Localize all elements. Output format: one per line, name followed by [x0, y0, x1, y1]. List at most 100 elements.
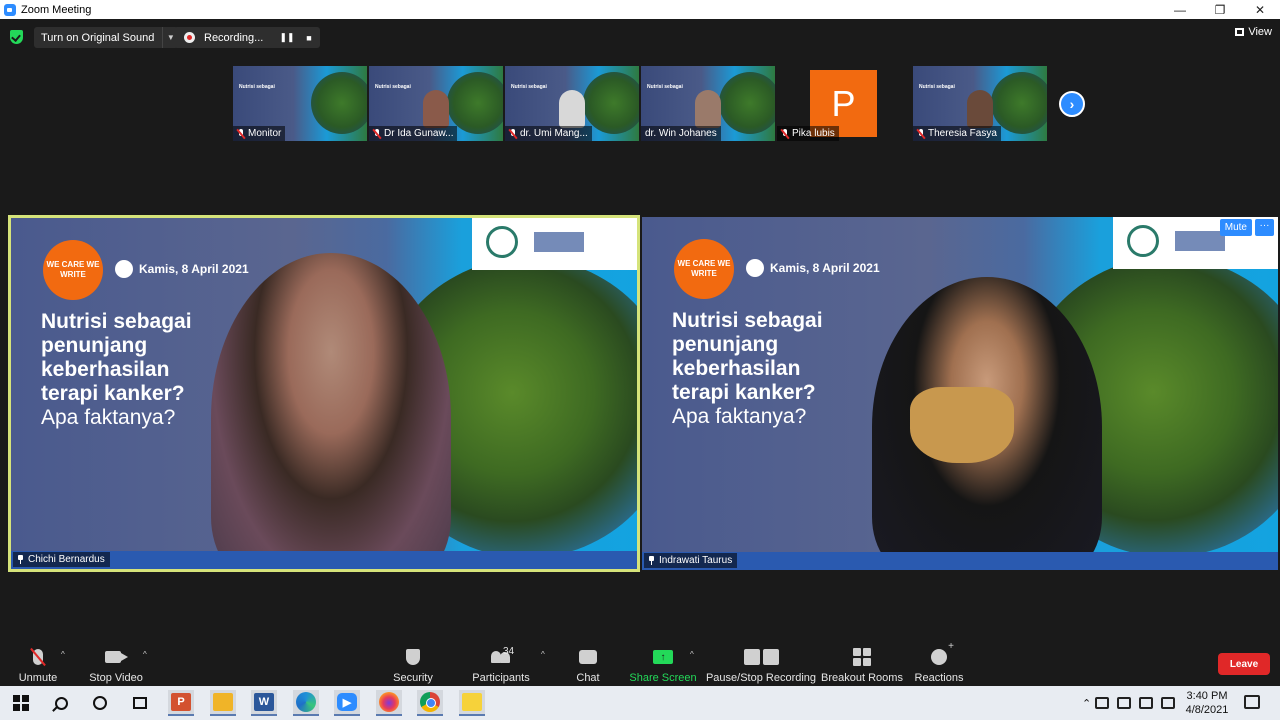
headline-line: terapi kanker?	[672, 381, 816, 404]
thumbnail-name: Dr Ida Gunaw...	[369, 126, 458, 141]
participants-button[interactable]: 34 Participants	[472, 646, 530, 684]
wifi-icon[interactable]	[1161, 697, 1176, 709]
calendar-icon	[115, 260, 133, 278]
event-date-text: Kamis, 8 April 2021	[139, 262, 249, 276]
meeting-toolbar: Unmute ^ Stop Video ^ Security 34 Partic…	[0, 640, 1280, 686]
stop-video-label: Stop Video	[89, 672, 143, 684]
search-button[interactable]	[48, 690, 74, 716]
search-icon	[54, 696, 68, 710]
minimize-button[interactable]: —	[1160, 0, 1200, 19]
view-grid-icon	[1235, 28, 1245, 36]
recording-indicator: Recording... ❚❚ ■	[174, 27, 320, 48]
headline-line: Nutrisi sebagai	[672, 309, 823, 332]
share-options-caret[interactable]: ^	[690, 650, 694, 659]
audio-options-caret[interactable]: ^	[61, 650, 65, 659]
share-screen-icon: ↑	[653, 650, 673, 664]
next-page-button[interactable]: ›	[1059, 91, 1085, 117]
mic-muted-icon	[781, 128, 789, 139]
participant-count: 34	[503, 646, 515, 657]
original-sound-label: Turn on Original Sound	[41, 31, 155, 44]
chrome-icon	[420, 692, 440, 712]
pause-stop-recording-button[interactable]: Pause/Stop Recording	[705, 646, 817, 684]
taskbar-app-word[interactable]: W	[251, 690, 277, 716]
breakout-rooms-button[interactable]: Breakout Rooms	[821, 646, 903, 684]
video-camera-icon	[105, 651, 128, 663]
cortana-icon	[93, 696, 107, 710]
taskbar-app-file-explorer[interactable]	[210, 690, 236, 716]
system-tray: ⌃	[1082, 686, 1179, 720]
taskbar-app-sticky-notes[interactable]	[459, 690, 485, 716]
slide-mini-headline: Nutrisi sebagai	[647, 84, 683, 90]
participant-video	[559, 90, 585, 128]
taskbar-app-chrome[interactable]	[417, 690, 443, 716]
thumbnail-name: Pika lubis	[777, 126, 839, 141]
encryption-shield-icon[interactable]	[10, 30, 23, 44]
sponsor-logo-icon	[534, 232, 584, 252]
participants-options-caret[interactable]: ^	[541, 650, 545, 659]
chat-button[interactable]: Chat	[574, 646, 602, 684]
close-button[interactable]: ✕	[1240, 0, 1280, 19]
taskbar-clock[interactable]: 3:40 PM 4/8/2021	[1178, 689, 1236, 717]
thumbnail-name-text: Monitor	[248, 128, 282, 139]
slide-mini-headline: Nutrisi sebagai	[919, 84, 955, 90]
taskbar-app-firefox[interactable]	[376, 690, 402, 716]
file-explorer-icon	[213, 693, 233, 711]
maximize-button[interactable]: ❐	[1200, 0, 1240, 19]
thumbnail-tile[interactable]: Nutrisi sebagai Dr Ida Gunaw...	[369, 66, 503, 141]
share-screen-button[interactable]: ↑ Share Screen	[629, 646, 697, 684]
headline-line: keberhasilan	[672, 357, 801, 380]
background-strip	[642, 552, 1278, 570]
taskbar-app-zoom[interactable]: ▶	[334, 690, 360, 716]
mic-muted-icon	[33, 649, 43, 665]
participant-video	[695, 90, 721, 128]
edge-icon	[296, 692, 316, 712]
participant-video-tile[interactable]: WE CARE WE WRITE Kamis, 8 April 2021 Nut…	[642, 217, 1278, 570]
mic-muted-icon	[917, 128, 925, 139]
cloud-icon[interactable]	[1117, 697, 1132, 709]
sticky-notes-icon	[462, 693, 482, 711]
thumbnail-tile[interactable]: Nutrisi sebagai Monitor	[233, 66, 367, 141]
reactions-label: Reactions	[914, 672, 964, 684]
participant-video	[423, 90, 449, 128]
zoom-icon: ▶	[337, 693, 357, 711]
thumbnail-tile[interactable]: Nutrisi sebagai Theresia Fasya	[913, 66, 1047, 141]
pause-recording-button[interactable]: ❚❚	[276, 32, 298, 43]
record-icon	[184, 32, 195, 43]
volume-icon[interactable]	[1095, 697, 1110, 709]
battery-icon[interactable]	[1139, 697, 1154, 709]
view-button[interactable]: View	[1235, 26, 1272, 38]
active-speaker-video[interactable]: WE CARE WE WRITE Kamis, 8 April 2021 Nut…	[8, 215, 640, 572]
shield-icon	[406, 649, 420, 665]
start-button[interactable]	[8, 690, 34, 716]
thumbnail-tile[interactable]: P Pika lubis	[777, 66, 911, 141]
stop-recording-button[interactable]: ■	[298, 33, 320, 43]
powerpoint-icon: P	[171, 693, 191, 711]
show-hidden-icons-icon[interactable]: ⌃	[1082, 697, 1091, 710]
security-button[interactable]: Security	[392, 646, 434, 684]
more-options-button[interactable]: ···	[1255, 219, 1274, 236]
slide-mini-headline: Nutrisi sebagai	[239, 84, 275, 90]
mute-participant-button[interactable]: Mute	[1219, 219, 1252, 236]
participant-video	[211, 253, 451, 569]
notifications-icon[interactable]	[1244, 695, 1260, 709]
reactions-button[interactable]: Reactions	[914, 641, 964, 684]
cortana-button[interactable]	[87, 690, 113, 716]
share-screen-label: Share Screen	[629, 672, 697, 684]
participants-label: Participants	[472, 672, 530, 684]
breakout-rooms-label: Breakout Rooms	[821, 672, 903, 684]
original-sound-button[interactable]: Turn on Original Sound ▼	[34, 27, 179, 48]
participant-name-tag: Indrawati Taurus	[644, 553, 738, 568]
mic-muted-icon	[373, 128, 381, 139]
event-date: Kamis, 8 April 2021	[115, 260, 249, 278]
thumbnail-tile[interactable]: Nutrisi sebagai dr. Win Johanes	[641, 66, 775, 141]
taskbar-app-edge[interactable]	[293, 690, 319, 716]
thumbnail-tile[interactable]: Nutrisi sebagai dr. Umi Mang...	[505, 66, 639, 141]
pause-stop-recording-label: Pause/Stop Recording	[705, 672, 817, 684]
leave-button[interactable]: Leave	[1218, 653, 1270, 675]
taskbar-app-powerpoint[interactable]: P	[168, 690, 194, 716]
seal-logo-icon	[486, 226, 518, 258]
stop-video-button[interactable]: Stop Video	[88, 646, 144, 684]
unmute-button[interactable]: Unmute	[18, 646, 58, 684]
video-options-caret[interactable]: ^	[143, 650, 147, 659]
task-view-button[interactable]	[127, 690, 153, 716]
